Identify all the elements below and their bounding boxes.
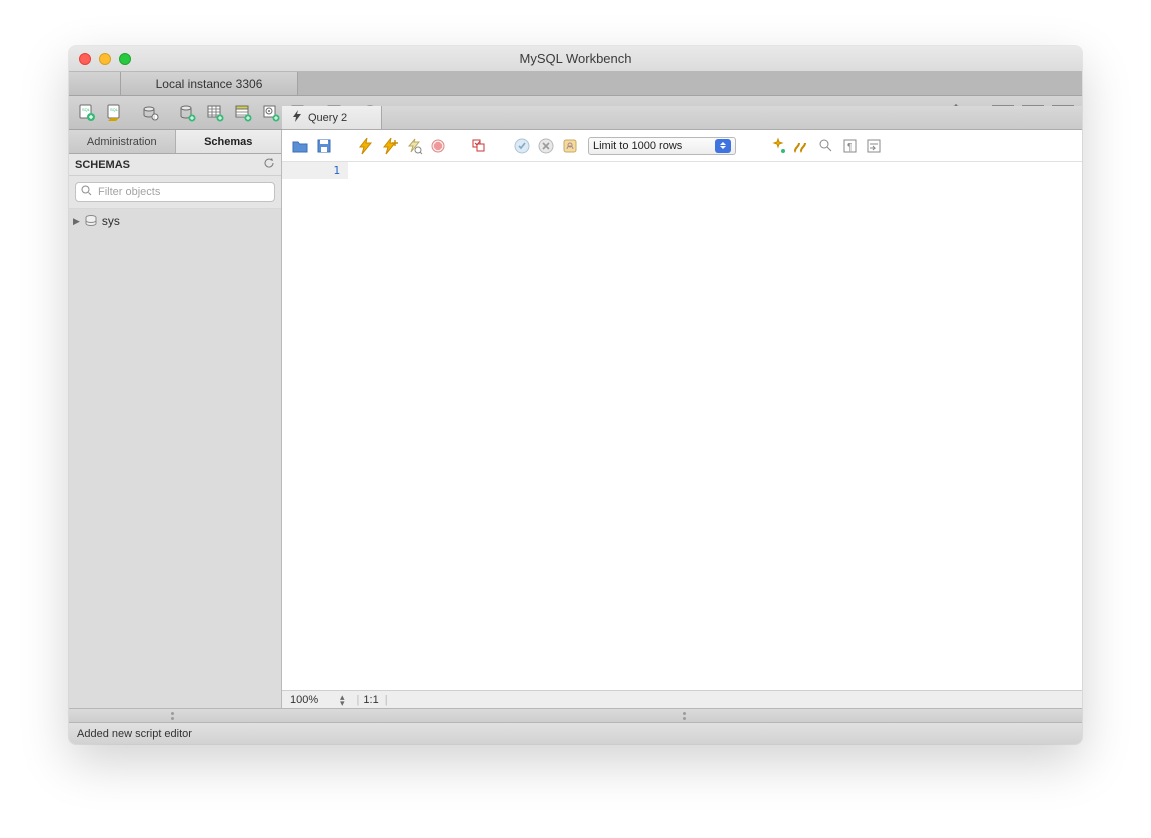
row-limit-label: Limit to 1000 rows (593, 140, 682, 152)
status-message: Added new script editor (77, 728, 192, 740)
schema-list: ▶ sys (69, 209, 281, 708)
schemas-header: SCHEMAS (69, 154, 281, 176)
inspector-icon[interactable]: i (141, 103, 161, 123)
execute-current-icon[interactable] (380, 136, 400, 156)
find-replace-icon[interactable] (792, 136, 812, 156)
query-tab[interactable]: Query 2 (282, 106, 382, 129)
svg-text:¶: ¶ (847, 142, 852, 153)
connection-tabs: Local instance 3306 (69, 72, 1082, 96)
sidebar: Administration Schemas SCHEMAS (69, 130, 282, 708)
pane-resize-strip[interactable] (69, 708, 1082, 722)
save-file-icon[interactable] (314, 136, 334, 156)
zoom-level: 100% (290, 694, 338, 706)
toggle-whitespace-icon[interactable]: ¶ (840, 136, 860, 156)
connection-tab-label: Local instance 3306 (156, 77, 263, 91)
grip-icon (683, 712, 686, 720)
zoom-stepper[interactable]: ▴▾ (340, 694, 345, 706)
svg-text:SQL: SQL (82, 107, 91, 112)
sidebar-tab-schemas[interactable]: Schemas (176, 130, 282, 153)
new-sql-tab-icon[interactable]: SQL (77, 103, 97, 123)
schemas-header-label: SCHEMAS (75, 159, 130, 171)
stepper-icon (715, 139, 731, 153)
rollback-icon[interactable] (536, 136, 556, 156)
editor-status-bar: 100% ▴▾ | 1:1 | (282, 690, 1082, 708)
schema-item[interactable]: ▶ sys (69, 211, 281, 231)
refresh-schemas-icon[interactable] (263, 157, 275, 172)
svg-text:i: i (154, 115, 155, 121)
editor-pane: Query 2 Limit to 1000 rows (282, 130, 1082, 708)
editor-toolbar: Limit to 1000 rows ¶ (282, 130, 1082, 162)
toggle-limit-icon[interactable] (560, 136, 580, 156)
add-procedure-icon[interactable] (261, 103, 281, 123)
toggle-invisible-icon[interactable] (816, 136, 836, 156)
execute-icon[interactable] (356, 136, 376, 156)
sidebar-tab-administration[interactable]: Administration (69, 130, 176, 153)
code-content[interactable] (348, 162, 1082, 690)
toggle-wrap-icon[interactable] (864, 136, 884, 156)
row-limit-select[interactable]: Limit to 1000 rows (588, 137, 736, 155)
home-tab[interactable] (69, 72, 121, 95)
code-editor[interactable]: 1 (282, 162, 1082, 690)
open-sql-icon[interactable]: SQL (105, 103, 125, 123)
grip-icon (171, 712, 174, 720)
commit-icon[interactable] (512, 136, 532, 156)
titlebar: MySQL Workbench (69, 46, 1082, 72)
filter-objects-input[interactable] (75, 182, 275, 202)
add-schema-icon[interactable] (177, 103, 197, 123)
svg-text:SQL: SQL (110, 107, 119, 112)
search-icon (81, 185, 92, 199)
sidebar-tab-label: Schemas (204, 136, 252, 148)
expand-icon[interactable]: ▶ (73, 216, 80, 227)
schema-item-label: sys (102, 214, 120, 228)
query-tab-label: Query 2 (308, 112, 347, 124)
lightning-icon (292, 110, 302, 125)
line-number: 1 (333, 164, 340, 177)
toggle-autocommit-icon[interactable] (470, 136, 490, 156)
stop-icon[interactable] (428, 136, 448, 156)
window-title: MySQL Workbench (69, 51, 1082, 66)
cursor-position: 1:1 (363, 694, 378, 706)
add-view-icon[interactable] (233, 103, 253, 123)
explain-icon[interactable] (404, 136, 424, 156)
status-bar: Added new script editor (69, 722, 1082, 744)
beautify-icon[interactable] (768, 136, 788, 156)
database-icon (84, 214, 98, 228)
add-table-icon[interactable] (205, 103, 225, 123)
open-file-icon[interactable] (290, 136, 310, 156)
connection-tab[interactable]: Local instance 3306 (121, 72, 298, 95)
sidebar-tab-label: Administration (87, 136, 157, 148)
